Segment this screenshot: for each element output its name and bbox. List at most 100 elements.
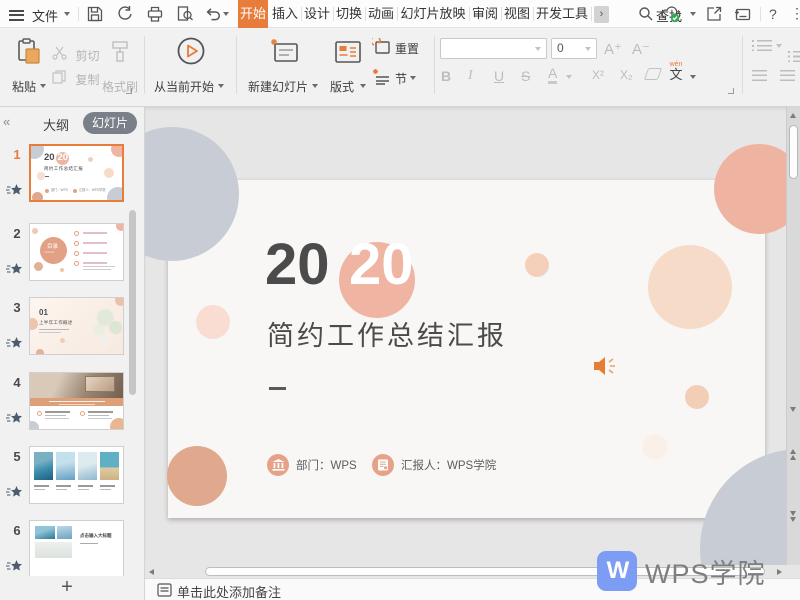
font-color-caret[interactable] [566,75,572,79]
scissors-icon [52,46,67,60]
reset-button[interactable]: 重置 [372,38,428,58]
underline-button[interactable]: U [494,68,504,84]
font-color-button[interactable]: A [548,66,557,84]
new-window-icon[interactable] [733,5,751,23]
undo-icon[interactable] [204,5,222,23]
animation-star-icon [6,336,23,355]
slide-thumbnail-2[interactable]: 目录 Contents [29,223,124,281]
scroll-left-arrow[interactable] [149,569,154,575]
tab-slideshow[interactable]: 幻灯片放映 [398,0,468,28]
add-slide-button[interactable]: + [52,576,82,600]
subscript-button[interactable]: X₂ [620,68,633,82]
grow-font-button[interactable]: A⁺ [604,40,622,58]
file-menu[interactable]: 文件 [32,6,58,25]
save-icon[interactable] [86,5,104,23]
cut-button[interactable]: 剪切 [52,46,99,65]
file-menu-caret[interactable] [64,12,70,16]
copy-button[interactable]: 复制 [52,70,99,89]
tab-animation[interactable]: 动画 [366,0,396,28]
tab-design[interactable]: 设计 [302,0,332,28]
copy-icon [52,70,67,84]
print-preview-icon[interactable] [176,5,194,23]
vertical-scroll-thumb[interactable] [789,125,798,179]
next-slide-button[interactable] [790,511,796,516]
slide-thumbnail-1[interactable]: 20 20 简约工作总结汇报 部门：WPS 汇报人：WPS学院 [29,144,124,202]
new-slide-button[interactable]: 新建幻灯片 [246,34,322,98]
slide-number: 5 [8,449,26,464]
help-button[interactable]: ? [769,6,777,22]
animation-star-icon [6,485,23,504]
tab-home[interactable]: 开始 [238,0,268,28]
strikethrough-button[interactable]: S [521,68,530,84]
tab-devtools[interactable]: 开发工具 [534,0,590,28]
print-icon[interactable] [146,5,164,23]
previous-slide-button[interactable] [790,449,796,454]
panel-scrollbar[interactable] [129,210,136,395]
main-menu-icon[interactable] [9,7,24,23]
slide-thumbnail-5[interactable] [29,446,124,504]
slide-thumbnail-4[interactable] [29,372,124,430]
vertical-scrollbar[interactable] [786,107,800,565]
font-size-value: 0 [557,41,564,55]
next-slide-button-2[interactable] [790,517,796,522]
scroll-up-arrow[interactable] [790,113,796,118]
collapse-panel-button[interactable]: « [3,114,10,129]
more-tabs-button[interactable]: › [594,6,609,23]
divider [78,7,79,21]
tab-insert[interactable]: 插入 [270,0,300,28]
tab-review[interactable]: 审阅 [470,0,500,28]
output-icon[interactable] [116,5,134,23]
align-left-button[interactable] [752,70,767,81]
phonetic-caret[interactable] [690,75,696,79]
paste-button[interactable]: 粘贴 [8,34,48,98]
tab-view[interactable]: 视图 [502,0,532,28]
slide-row-2: 2 目录 Contents [0,223,145,283]
slide-row-3: 3 01 上半年工作概述 [0,297,145,357]
new-slide-icon [270,38,300,64]
phonetic-char: 文 [666,68,686,82]
more-menu-button[interactable]: ⋮ [790,5,800,22]
section-button[interactable]: 节 [372,68,428,88]
numbering-button[interactable] [788,51,800,62]
font-size-combo[interactable]: 0 [551,38,597,59]
search-icon[interactable] [638,6,656,24]
clear-format-icon[interactable] [644,68,662,80]
year-black: 20 [265,236,330,294]
watermark-text: WPS学院 [645,552,766,591]
cloud-sync-icon[interactable] [660,5,686,23]
scroll-right-arrow[interactable] [777,569,782,575]
slide-thumbnail-3[interactable]: 01 上半年工作概述 [29,297,124,355]
thumbnail-list: 1 20 20 简约工作总结汇报 [0,139,145,576]
slide-row-1: 1 20 20 简约工作总结汇报 [0,144,145,204]
font-name-combo[interactable] [440,38,547,59]
layout-button[interactable]: 版式 [326,34,370,98]
reporter-label: 汇报人：WPS学院 [401,457,496,473]
panel-tabs: « 大纲 幻灯片 [0,107,144,139]
wps-academy-watermark: W WPS学院 [597,549,766,593]
animation-star-icon [6,183,23,202]
tab-outline[interactable]: 大纲 [43,115,69,134]
notes-icon [157,583,172,597]
year-white: 20 [349,236,414,294]
italic-button[interactable]: I [468,68,473,84]
superscript-button[interactable]: X² [592,68,604,82]
format-painter-button[interactable]: 格式刷 [100,34,140,98]
undo-caret[interactable] [223,12,229,16]
notes-placeholder[interactable]: 单击此处添加备注 [177,582,281,600]
tab-transition[interactable]: 切换 [334,0,364,28]
cloud-caret[interactable] [690,12,696,16]
tab-slides[interactable]: 幻灯片 [83,112,137,134]
animation-star-icon [6,411,23,430]
audio-speaker-icon[interactable] [592,354,618,378]
phonetic-guide-button[interactable]: wén 文 [666,61,686,87]
bold-button[interactable]: B [441,68,451,84]
shrink-font-button[interactable]: A⁻ [632,40,650,58]
animation-star-icon [6,262,23,281]
slide-thumbnail-6[interactable]: 点击输入大标题 [29,520,124,576]
previous-slide-button-2[interactable] [790,455,796,460]
share-icon[interactable] [705,5,723,23]
format-painter-icon [109,40,131,64]
play-from-current-button[interactable]: 从当前开始 [152,34,228,98]
align-center-button[interactable] [780,70,795,81]
scroll-down-arrow[interactable] [790,407,796,412]
